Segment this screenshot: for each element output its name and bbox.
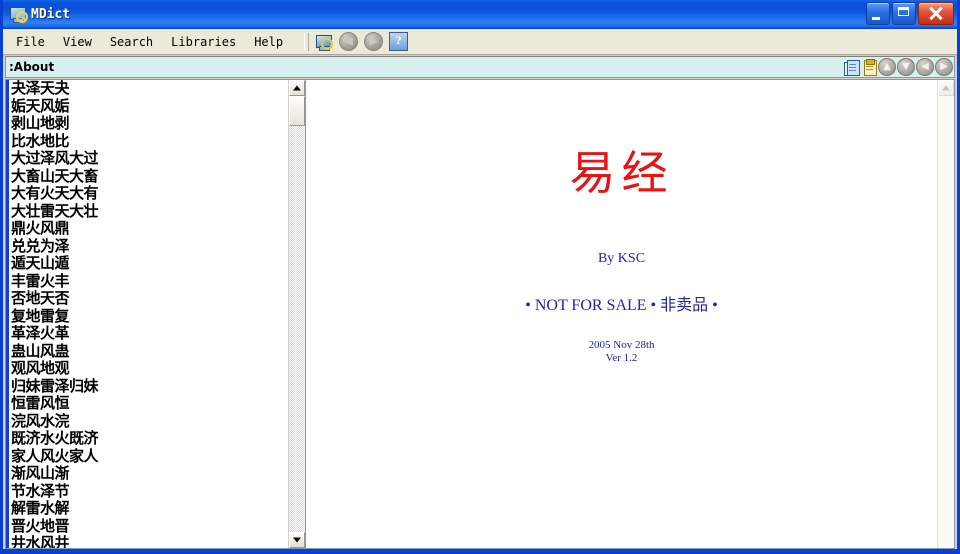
forward-icon[interactable]: ▶ [364, 32, 384, 51]
content-scrollbar[interactable] [937, 80, 954, 548]
list-item[interactable]: 革泽火革 [9, 324, 288, 343]
list-item[interactable]: 家人风火家人 [9, 447, 288, 466]
list-item[interactable]: 蛊山风蛊 [9, 342, 288, 361]
list-item[interactable]: 复地雷复 [9, 307, 288, 326]
list-item[interactable]: 井水风井 [9, 534, 288, 548]
nav-back-icon[interactable]: ◀ [916, 58, 934, 76]
menu-item-file[interactable]: File [7, 32, 54, 52]
menu-bar: File View Search Libraries Help ◀ ▶ ? [3, 29, 957, 55]
list-item[interactable]: 既济水火既济 [9, 429, 288, 448]
toolbar: ◀ ▶ ? [315, 32, 409, 51]
maximize-button[interactable] [892, 2, 916, 25]
address-input[interactable]: :About [6, 60, 54, 74]
content-pane: 易经 By KSC • NOT FOR SALE • 非卖品 • 2005 No… [305, 79, 955, 549]
list-item[interactable]: 解雷水解 [9, 499, 288, 518]
list-item[interactable]: 兑兑为泽 [9, 237, 288, 256]
list-item[interactable]: 归妹雷泽归妹 [9, 377, 288, 396]
document-date: 2005 Nov 28th [588, 338, 655, 351]
word-list-scrollbar[interactable] [288, 80, 305, 548]
application-window: MDict File View Search Libraries Help ◀ … [0, 0, 960, 554]
window-title: MDict [31, 6, 71, 22]
list-item[interactable]: 观风地观 [9, 359, 288, 378]
list-item[interactable]: 鼎火风鼎 [9, 219, 288, 238]
list-item[interactable]: 大壮雷天大壮 [9, 202, 288, 221]
list-item[interactable]: 否地天否 [9, 289, 288, 308]
scroll-up-icon[interactable]: ▲ [878, 58, 896, 76]
scroll-down-arrow[interactable] [289, 532, 305, 548]
document-notice: • NOT FOR SALE • 非卖品 • [525, 296, 718, 314]
list-item[interactable]: 浣风水浣 [9, 412, 288, 431]
copy-icon[interactable] [844, 59, 860, 76]
document-version: Ver 1.2 [605, 351, 638, 364]
about-document: 易经 By KSC • NOT FOR SALE • 非卖品 • 2005 No… [306, 80, 937, 548]
content-scroll-up-arrow[interactable] [938, 80, 954, 96]
list-item[interactable]: 大过泽风大过 [9, 149, 288, 168]
title-bar: MDict [3, 0, 957, 29]
maximize-icon [898, 7, 909, 16]
dictionary-lookup-icon[interactable] [315, 33, 334, 51]
menu-item-search[interactable]: Search [101, 32, 162, 52]
status-strip [3, 549, 957, 551]
menu-item-view[interactable]: View [54, 32, 101, 52]
nav-forward-icon[interactable]: ▶ [935, 58, 953, 76]
main-panes: 夬泽天夬 姤天风姤 剥山地剥 比水地比 大过泽风大过 大畜山天大畜 大有火天大有… [5, 79, 955, 549]
dictionary-app-icon [9, 5, 28, 23]
list-item[interactable]: 大有火天大有 [9, 184, 288, 203]
scrollbar-thumb[interactable] [289, 96, 305, 126]
list-item[interactable]: 晋火地晋 [9, 517, 288, 536]
list-item[interactable]: 比水地比 [9, 132, 288, 151]
address-bar[interactable]: :About ▲ ▼ ◀ ▶ [5, 56, 955, 78]
document-author: By KSC [597, 250, 646, 266]
help-icon[interactable]: ? [389, 32, 409, 51]
menu-item-libraries[interactable]: Libraries [162, 32, 245, 52]
window-controls [866, 2, 954, 25]
list-item[interactable]: 丰雷火丰 [9, 272, 288, 291]
toolbar-separator [304, 32, 310, 51]
word-list[interactable]: 夬泽天夬 姤天风姤 剥山地剥 比水地比 大过泽风大过 大畜山天大畜 大有火天大有… [6, 80, 288, 548]
list-item[interactable]: 夬泽天夬 [9, 80, 288, 98]
paste-icon[interactable] [861, 58, 877, 76]
list-item[interactable]: 恒雷风恒 [9, 394, 288, 413]
scroll-up-arrow[interactable] [289, 80, 305, 96]
content-scrollbar-track[interactable] [938, 96, 954, 548]
minimize-button[interactable] [866, 2, 890, 25]
close-button[interactable] [918, 2, 954, 25]
list-item[interactable]: 渐风山渐 [9, 464, 288, 483]
list-item[interactable]: 节水泽节 [9, 482, 288, 501]
list-item[interactable]: 剥山地剥 [9, 114, 288, 133]
menu-item-help[interactable]: Help [245, 32, 292, 52]
list-item[interactable]: 姤天风姤 [9, 97, 288, 116]
address-bar-buttons: ▲ ▼ ◀ ▶ [844, 57, 953, 77]
word-list-pane: 夬泽天夬 姤天风姤 剥山地剥 比水地比 大过泽风大过 大畜山天大畜 大有火天大有… [5, 79, 305, 549]
list-item[interactable]: 遁天山遁 [9, 254, 288, 273]
scroll-down-icon[interactable]: ▼ [897, 58, 915, 76]
document-title: 易经 [569, 146, 674, 200]
back-icon[interactable]: ◀ [339, 32, 359, 51]
minimize-icon [872, 17, 880, 20]
list-selection-indicator [6, 80, 9, 548]
list-item[interactable]: 大畜山天大畜 [9, 167, 288, 186]
scrollbar-track[interactable] [289, 126, 305, 532]
